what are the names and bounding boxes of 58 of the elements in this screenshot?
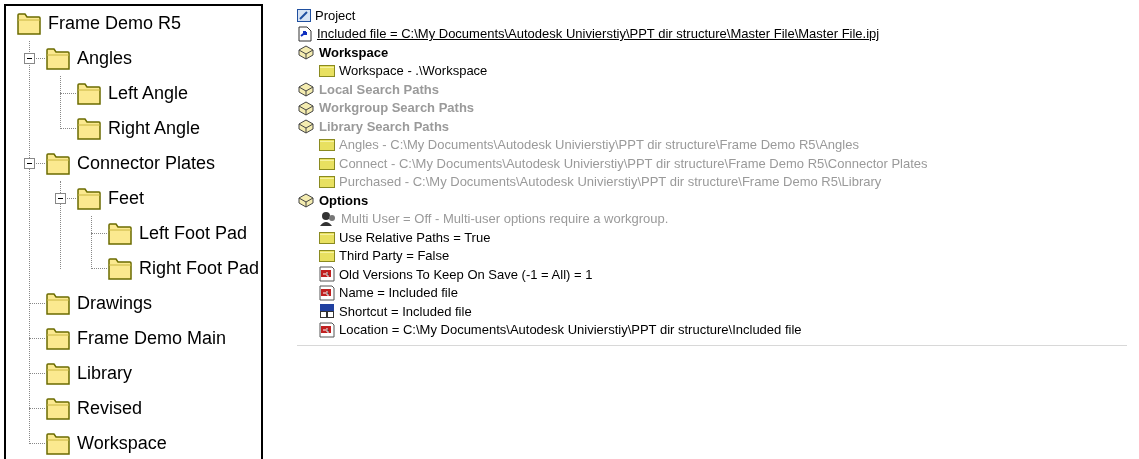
shortcut-icon [319,303,335,320]
folder-icon [76,186,102,211]
project-title: Project [315,6,356,25]
folder-icon [319,138,335,152]
folder-icon [45,396,71,421]
folder-icon [45,431,71,456]
folder-icon [76,116,102,141]
box-stack-icon [297,44,315,61]
property-item[interactable]: Location = C:\My Documents\Autodesk Univierstiy\PPT dir structure\Included file [339,320,802,340]
folder-icon [319,156,335,170]
collapse-icon[interactable] [24,158,35,169]
box-stack-icon [297,81,315,98]
folder-icon [45,46,71,71]
users-icon [319,210,337,227]
tree-item[interactable]: Angles [77,45,133,72]
tree-item[interactable]: Drawings [77,290,153,317]
folder-icon [45,326,71,351]
section-heading[interactable]: Options [319,190,369,210]
folder-icon [45,291,71,316]
folder-icon [319,64,335,78]
project-icon [297,8,311,22]
section-heading[interactable]: Workspace [319,42,389,62]
text-field-icon [319,321,335,338]
folder-icon [45,151,71,176]
tree-item[interactable]: Revised [77,395,143,422]
folder-icon [319,230,335,244]
tree-item[interactable]: Library [77,360,133,387]
collapse-icon[interactable] [55,193,66,204]
property-item[interactable]: Name = Included file [339,283,458,303]
tree-item[interactable]: Feet [108,185,145,212]
folder-icon [107,256,133,281]
text-field-icon [319,266,335,283]
property-item[interactable]: Workspace - .\Workspace [339,61,488,81]
box-stack-icon [297,99,315,116]
folder-icon [45,361,71,386]
property-item[interactable]: Shortcut = Included file [339,301,472,321]
tree-item[interactable]: Connector Plates [77,150,216,177]
folder-icon [107,221,133,246]
folder-icon [16,11,42,36]
property-item[interactable]: Third Party = False [339,246,450,266]
folder-icon [319,249,335,263]
tree-item[interactable]: Workspace [77,430,167,457]
collapse-icon[interactable] [24,53,35,64]
box-stack-icon [297,118,315,135]
property-item[interactable]: Old Versions To Keep On Save (-1 = All) = 1 [339,264,593,284]
tree-item[interactable]: Frame Demo R5 [48,10,182,37]
file-link[interactable]: Included file = C:\My Documents\Autodesk Univierstiy\PPT dir structure\Master File\Master File.ipj [317,24,880,44]
tree-item[interactable]: Right Angle [108,115,201,142]
linked-file-icon [297,25,313,42]
property-item[interactable]: Use Relative Paths = True [339,227,491,247]
tree-item[interactable]: Left Foot Pad [139,220,248,247]
folder-icon [76,81,102,106]
tree-item[interactable]: Left Angle [108,80,189,107]
text-field-icon [319,284,335,301]
box-stack-icon [297,192,315,209]
tree-item[interactable]: Right Foot Pad [139,255,260,282]
tree-item[interactable]: Frame Demo Main [77,325,227,352]
folder-icon [319,175,335,189]
